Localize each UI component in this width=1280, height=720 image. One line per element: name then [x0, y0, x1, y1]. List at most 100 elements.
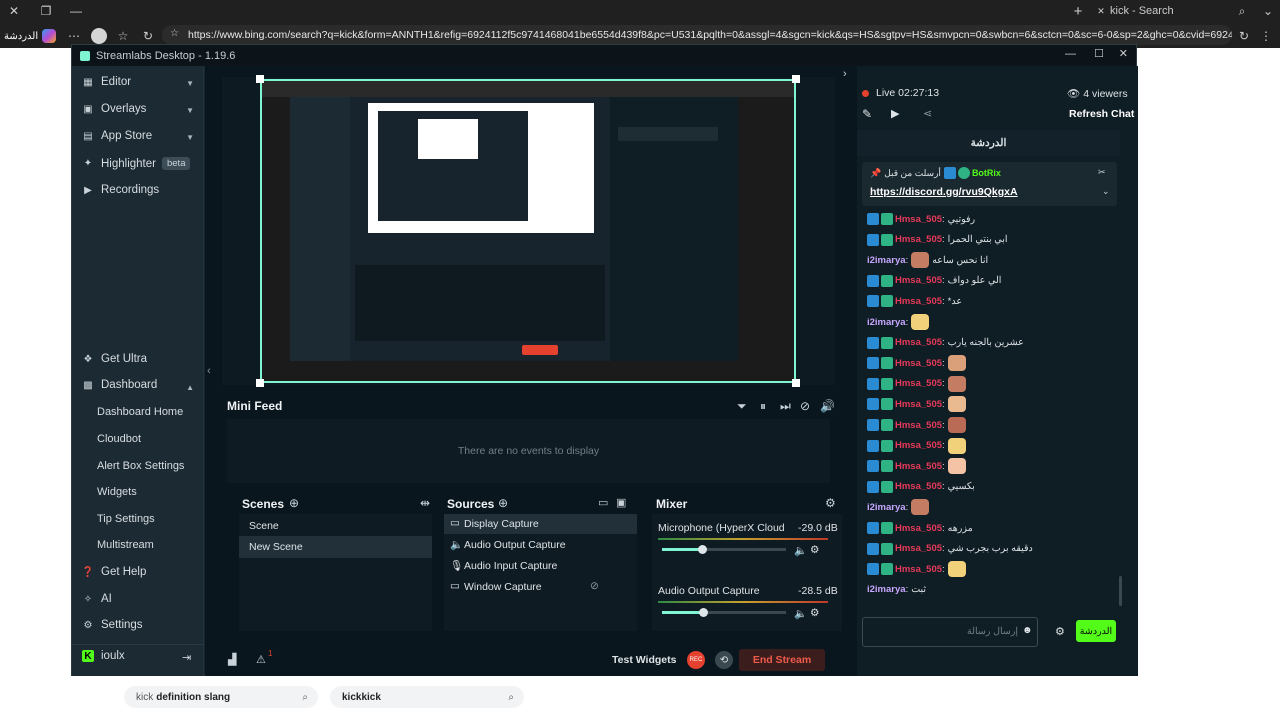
- source-item[interactable]: ▭ Window Capture ⊘: [444, 577, 637, 597]
- sidebar-item-overlays[interactable]: ▣ Overlays: [82, 103, 146, 115]
- resize-handle[interactable]: [256, 75, 264, 83]
- camera-icon[interactable]: ▶: [891, 107, 899, 120]
- minimize-icon[interactable]: —: [1065, 48, 1076, 60]
- address-bar[interactable]: ☆ https://www.bing.com/search?q=kick&for…: [162, 25, 1232, 45]
- chat-username[interactable]: Hmsa_505: [895, 481, 942, 492]
- source-item[interactable]: 🎙 Audio Input Capture: [444, 556, 637, 576]
- sidebar-item-dashboard[interactable]: ▩ Dashboard: [82, 379, 157, 391]
- chevron-down-icon[interactable]: ▼: [186, 106, 194, 115]
- search-icon[interactable]: ⌕: [1234, 3, 1250, 19]
- emoji-icon[interactable]: ☻: [1022, 625, 1033, 636]
- chat-username[interactable]: Hmsa_505: [895, 461, 942, 472]
- chat-username[interactable]: Hmsa_505: [895, 523, 942, 534]
- refresh-icon[interactable]: ↻: [1236, 28, 1252, 44]
- chat-username[interactable]: i2imarya: [867, 255, 906, 266]
- source-folder-icon[interactable]: ▣: [616, 496, 626, 509]
- sidebar-item-editor[interactable]: ▦ Editor: [82, 76, 131, 88]
- speaker-icon[interactable]: 🔈: [794, 544, 807, 557]
- sidebar-item-tip-settings[interactable]: Tip Settings: [97, 513, 155, 525]
- chevron-down-icon[interactable]: ⌄: [1102, 186, 1110, 197]
- chat-tab[interactable]: الدردشة: [857, 130, 1120, 156]
- sidebar-item-alert-box[interactable]: Alert Box Settings: [97, 460, 184, 472]
- chat-username[interactable]: Hmsa_505: [895, 234, 942, 245]
- source-group-icon[interactable]: ▭: [598, 496, 608, 509]
- collapse-left-icon[interactable]: ‹: [207, 365, 211, 377]
- chevron-down-icon[interactable]: ▼: [186, 79, 194, 88]
- sidebar-item-cloudbot[interactable]: Cloudbot: [97, 433, 141, 445]
- pinned-link[interactable]: https://discord.gg/rvu9QkgxA: [870, 186, 1018, 198]
- chat-username[interactable]: Hmsa_505: [895, 543, 942, 554]
- tab-close-icon[interactable]: ✕: [1094, 3, 1108, 19]
- user-profile[interactable]: Kioulx: [82, 650, 125, 662]
- minimize-icon[interactable]: —: [68, 3, 84, 19]
- related-search-pill[interactable]: kickkick ⌕: [330, 686, 524, 708]
- chat-input[interactable]: إرسال رسالة ☻: [862, 617, 1038, 647]
- sidebar-item-widgets[interactable]: Widgets: [97, 486, 137, 498]
- source-item[interactable]: 🔈 Audio Output Capture: [444, 535, 637, 555]
- gear-icon[interactable]: ⚙: [1055, 625, 1065, 638]
- resize-handle[interactable]: [792, 75, 800, 83]
- speaker-icon[interactable]: 🔈: [794, 607, 807, 620]
- sidebar-item-recordings[interactable]: ▶ Recordings: [82, 184, 159, 196]
- volume-knob[interactable]: [697, 545, 707, 554]
- chat-username[interactable]: Hmsa_505: [895, 564, 942, 575]
- chat-scrollbar[interactable]: [1119, 576, 1122, 606]
- sidebar-item-app-store[interactable]: ▤ App Store: [82, 130, 152, 142]
- share-icon[interactable]: ⋖: [923, 107, 932, 120]
- add-source-icon[interactable]: ⊕: [498, 496, 508, 510]
- scene-item-selected[interactable]: New Scene: [239, 536, 432, 558]
- rec-button[interactable]: REC: [687, 651, 705, 669]
- favorites-icon[interactable]: ☆: [115, 28, 131, 44]
- close-icon[interactable]: ✕: [1119, 47, 1128, 60]
- sidebar-item-ai[interactable]: ✧ AI: [82, 593, 112, 605]
- mute-alerts-icon[interactable]: ⊘: [800, 399, 810, 413]
- chat-username[interactable]: Hmsa_505: [895, 358, 942, 369]
- reload-icon[interactable]: ↻: [140, 28, 156, 44]
- stats-icon[interactable]: ▟: [228, 653, 236, 666]
- related-search-pill[interactable]: kick definition slang ⌕: [124, 686, 318, 708]
- pause-icon[interactable]: ⏸: [760, 399, 766, 414]
- sidebar-item-settings[interactable]: ⚙ Settings: [82, 619, 143, 631]
- chat-username[interactable]: Hmsa_505: [895, 378, 942, 389]
- chat-send-button[interactable]: الدردشة: [1076, 620, 1116, 642]
- chat-username[interactable]: Hmsa_505: [895, 214, 942, 225]
- logout-icon[interactable]: ⇥: [182, 651, 191, 664]
- resize-handle[interactable]: [256, 379, 264, 387]
- maximize-icon[interactable]: ☐: [1094, 47, 1104, 60]
- skip-icon[interactable]: ⏭: [780, 399, 791, 414]
- chat-username[interactable]: Hmsa_505: [895, 337, 942, 348]
- chevron-down-icon[interactable]: ▼: [186, 133, 194, 142]
- profile-button[interactable]: الدردشة: [4, 27, 57, 45]
- sidebar-item-highlighter[interactable]: ✦ Highlighter beta: [82, 157, 191, 170]
- chat-username[interactable]: Hmsa_505: [895, 399, 942, 410]
- chat-username[interactable]: Hmsa_505: [895, 440, 942, 451]
- scene-item[interactable]: Scene: [249, 520, 279, 532]
- chat-username[interactable]: Hmsa_505: [895, 296, 942, 307]
- restore-icon[interactable]: ❐: [38, 3, 54, 19]
- unpin-icon[interactable]: ✂: [1098, 167, 1106, 178]
- volume-icon[interactable]: 🔊: [820, 399, 835, 413]
- chat-username[interactable]: Hmsa_505: [895, 420, 942, 431]
- chat-username[interactable]: i2imarya: [867, 317, 906, 328]
- mixer-settings-icon[interactable]: ⚙: [825, 496, 836, 510]
- test-widgets-button[interactable]: Test Widgets: [612, 654, 676, 666]
- gear-icon[interactable]: ⚙: [810, 544, 819, 556]
- stream-preview[interactable]: [222, 75, 835, 387]
- chat-username[interactable]: Hmsa_505: [895, 275, 942, 286]
- menu-icon[interactable]: ⋮: [1258, 28, 1274, 44]
- scene-transitions-icon[interactable]: ⇹: [420, 496, 430, 510]
- hidden-eye-icon[interactable]: ⊘: [590, 580, 599, 592]
- refresh-chat-button[interactable]: Refresh Chat: [1069, 108, 1134, 120]
- volume-knob[interactable]: [698, 608, 708, 617]
- chevron-up-icon[interactable]: ▲: [186, 383, 194, 392]
- filter-icon[interactable]: ⏷: [737, 399, 747, 414]
- sidebar-item-multistream[interactable]: Multistream: [97, 539, 154, 551]
- add-scene-icon[interactable]: ⊕: [289, 496, 299, 510]
- close-tab-icon[interactable]: ✕: [6, 3, 22, 19]
- sidebar-item-get-ultra[interactable]: ❖ Get Ultra: [82, 353, 148, 365]
- sidebar-item-dashboard-home[interactable]: Dashboard Home: [97, 406, 183, 418]
- sidebar-item-get-help[interactable]: ❓ Get Help: [82, 566, 147, 578]
- avatar[interactable]: [91, 28, 107, 44]
- tab-title[interactable]: kick - Search: [1110, 0, 1174, 22]
- more-icon[interactable]: ⋯: [68, 28, 80, 44]
